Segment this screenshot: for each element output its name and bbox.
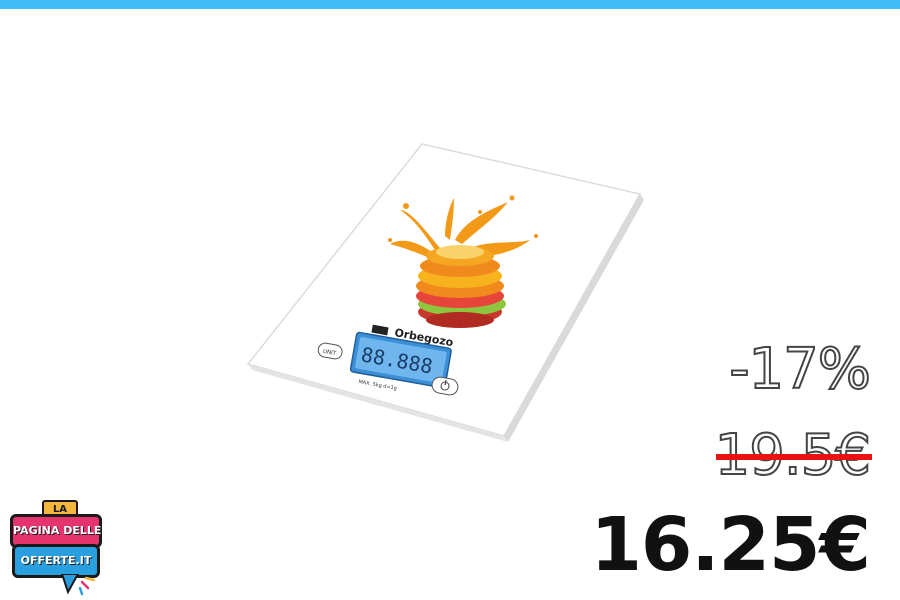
speech-tail-icon [60, 574, 96, 596]
product-image: Orbegozo 88.888 MAX. 5kg d=1g UNIT [240, 140, 660, 460]
site-logo[interactable]: LA PAGINA DELLE OFFERTE.IT [8, 500, 102, 596]
old-price-strikethrough [716, 454, 872, 460]
discount-percentage: -17% [728, 337, 872, 402]
top-accent-bar [0, 0, 900, 9]
logo-line2: OFFERTE.IT [12, 544, 100, 578]
logo-line1: PAGINA DELLE [10, 514, 102, 548]
kitchen-scale-image: Orbegozo 88.888 MAX. 5kg d=1g UNIT [246, 143, 644, 442]
fruit-slices [416, 245, 506, 328]
new-price: 16.25€ [590, 502, 871, 588]
